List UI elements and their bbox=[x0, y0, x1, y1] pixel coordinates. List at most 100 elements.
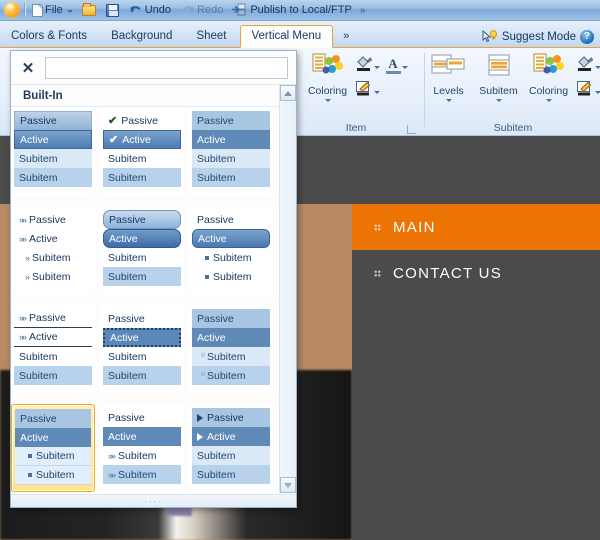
gallery-style-preview-label: Subitem bbox=[197, 152, 236, 165]
gallery-scrollbar[interactable] bbox=[279, 85, 296, 493]
tab-colors-and-fonts[interactable]: Colors & Fonts bbox=[0, 25, 98, 47]
gallery-style-preview-label: Subitem bbox=[19, 171, 58, 184]
gallery-style-cell[interactable]: »» Passive»» Active Subitem Subitem bbox=[11, 305, 95, 393]
double-chevron-icon: »» bbox=[19, 233, 27, 244]
subitem-fill-color-button[interactable] bbox=[576, 55, 600, 77]
fill-bucket-icon bbox=[576, 55, 594, 77]
file-button[interactable]: File bbox=[29, 1, 76, 20]
chevron-down-icon[interactable] bbox=[594, 65, 600, 69]
chevron-down-icon[interactable] bbox=[545, 99, 552, 102]
gallery-style-preview-item: Subitem bbox=[103, 347, 181, 366]
subitem-coloring-label: Coloring bbox=[528, 85, 569, 97]
item-dialog-launcher[interactable] bbox=[407, 125, 416, 134]
gallery-search-input[interactable] bbox=[45, 56, 288, 79]
gallery-style-preview-item: »» Subitem bbox=[103, 465, 181, 484]
gallery-style-preview-item: Subitem bbox=[192, 267, 270, 286]
open-folder-icon bbox=[81, 2, 96, 16]
nav-item-main[interactable]: MAIN bbox=[352, 204, 600, 250]
chevron-down-icon[interactable] bbox=[495, 99, 502, 102]
help-icon[interactable]: ? bbox=[580, 30, 594, 44]
gallery-style-cell[interactable]: Passive Active Subitem Subitem bbox=[100, 206, 184, 294]
gallery-style-preview-label: Subitem bbox=[108, 152, 147, 165]
gallery-style-cell[interactable]: Passive Active Subitem Subitem bbox=[189, 206, 273, 294]
gallery-style-cell[interactable]: Passive Active Subitem Subitem bbox=[189, 107, 273, 195]
gallery-style-preview-label: Passive bbox=[29, 312, 66, 324]
redo-button[interactable]: Redo bbox=[178, 1, 226, 20]
tab-sheet[interactable]: Sheet bbox=[185, 25, 237, 47]
font-color-icon: A bbox=[385, 57, 401, 74]
publish-button[interactable]: Publish to Local/FTP bbox=[229, 1, 355, 20]
square-bullet-icon bbox=[28, 454, 32, 458]
gallery-style-preview-label: Subitem bbox=[36, 450, 75, 462]
gallery-style-preview-item: Active bbox=[14, 130, 92, 149]
triangle-bullet-icon bbox=[197, 413, 203, 422]
gallery-style-cell[interactable]: Passive Active Subitem Subitem bbox=[11, 404, 95, 492]
edit-pencil-icon bbox=[355, 80, 373, 102]
undo-button[interactable]: Undo bbox=[126, 1, 174, 20]
nav-item-contact-us[interactable]: CONTACT US bbox=[352, 250, 600, 296]
gallery-style-preview-item: »» Active bbox=[14, 229, 92, 248]
subitem-icon bbox=[484, 53, 514, 84]
tab-vertical-menu[interactable]: Vertical Menu bbox=[239, 25, 334, 48]
chevron-down-icon[interactable] bbox=[401, 65, 408, 69]
item-font-color-button[interactable]: A bbox=[385, 55, 408, 77]
gallery-style-preview-item: Passive bbox=[15, 409, 91, 428]
chevron-down-icon[interactable] bbox=[324, 99, 331, 102]
gallery-resize-grip-bar[interactable]: ···· bbox=[11, 494, 296, 507]
subitem-subitem-button[interactable]: Subitem bbox=[476, 53, 522, 102]
check-icon: ✔ bbox=[109, 134, 119, 146]
gallery-style-preview-item: Subitem bbox=[103, 267, 181, 286]
gallery-style-cell[interactable]: »» Passive»» Active» Subitem» Subitem bbox=[11, 206, 95, 294]
chevron-down-icon[interactable] bbox=[373, 65, 380, 69]
tab-overflow-button[interactable]: » bbox=[335, 25, 357, 47]
gallery-style-cell[interactable]: Passive Active Subitem Subitem bbox=[100, 305, 184, 393]
subitem-coloring-button[interactable]: Coloring bbox=[526, 53, 572, 102]
scroll-up-button[interactable] bbox=[280, 85, 296, 101]
gallery-style-preview-item: Passive bbox=[192, 408, 270, 427]
gallery-style-preview-label: Subitem bbox=[19, 369, 58, 382]
gallery-style-preview-label: Active bbox=[29, 331, 58, 343]
gallery-style-cell[interactable]: Passive Active»» Subitem»» Subitem bbox=[100, 404, 184, 492]
gallery-style-preview-label: Subitem bbox=[118, 468, 157, 481]
save-button[interactable] bbox=[103, 1, 122, 20]
item-edit-button[interactable] bbox=[355, 80, 408, 102]
item-coloring-button[interactable]: Coloring bbox=[305, 53, 351, 102]
tab-background[interactable]: Background bbox=[100, 25, 183, 47]
gallery-style-preview-item: Active bbox=[15, 428, 91, 447]
subitem-levels-button[interactable]: Levels bbox=[426, 53, 472, 102]
publish-label: Publish to Local/FTP bbox=[250, 4, 352, 16]
gallery-style-preview-item: ͧSubitem bbox=[192, 347, 270, 366]
subitem-small-buttons bbox=[576, 53, 600, 105]
gallery-style-preview-label: Passive bbox=[20, 412, 57, 425]
chevron-down-icon[interactable] bbox=[594, 90, 600, 94]
gallery-style-cell[interactable]: Passive Active Subitem Subitem bbox=[11, 107, 95, 195]
gallery-style-preview-item: Subitem bbox=[103, 149, 181, 168]
office-orb-button[interactable] bbox=[4, 2, 20, 18]
gallery-style-preview-item: Subitem bbox=[192, 248, 270, 267]
subitem-edit-button[interactable] bbox=[576, 80, 600, 102]
gallery-style-preview-item: Subitem bbox=[14, 347, 92, 366]
item-fill-color-button[interactable] bbox=[355, 55, 380, 77]
open-button[interactable] bbox=[79, 1, 99, 20]
gallery-style-cell[interactable]: Passive ActiveͧSubitemͧSubitem bbox=[189, 305, 273, 393]
levels-icon bbox=[431, 53, 467, 84]
gallery-style-preview-item: Passive bbox=[192, 309, 270, 328]
gallery-style-preview-item: ✔ Active bbox=[103, 130, 181, 149]
gallery-style-preview-label: Subitem bbox=[207, 369, 246, 382]
gallery-style-preview-label: Passive bbox=[109, 213, 146, 226]
gallery-style-preview-label: Passive bbox=[197, 213, 234, 226]
gallery-style-preview-item: »» Active bbox=[14, 328, 92, 347]
gallery-style-preview-item: Passive bbox=[14, 111, 92, 130]
undo-label: Undo bbox=[144, 4, 172, 16]
close-icon[interactable]: ✕ bbox=[11, 53, 45, 83]
scroll-down-button[interactable] bbox=[280, 477, 296, 493]
suggest-mode-label[interactable]: Suggest Mode bbox=[502, 31, 576, 43]
chevron-down-icon[interactable] bbox=[445, 99, 452, 102]
chevron-down-icon[interactable] bbox=[373, 90, 380, 94]
toolbar-overflow-button[interactable]: » bbox=[357, 1, 369, 20]
gallery-style-cell[interactable]: ✔ Passive ✔ Active Subitem Subitem bbox=[100, 107, 184, 195]
gallery-style-cell[interactable]: Passive Active Subitem Subitem bbox=[189, 404, 273, 492]
gallery-style-preview-item: »» Subitem bbox=[103, 446, 181, 465]
gallery-style-preview-item: Active bbox=[103, 427, 181, 446]
redo-label: Redo bbox=[197, 4, 224, 16]
